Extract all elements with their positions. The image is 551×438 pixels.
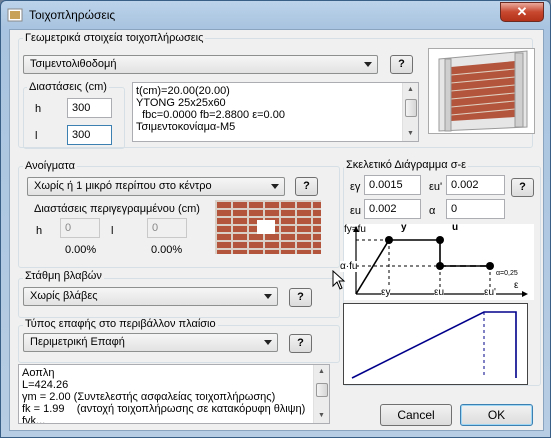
h-label: h: [35, 103, 42, 115]
opening-l-input[interactable]: 0: [147, 218, 187, 238]
material-select[interactable]: Τσιμεντολιθοδομή: [23, 55, 378, 74]
title-bar[interactable]: Τοιχοπληρώσεις ✕: [1, 1, 550, 29]
alpha-label: α: [429, 205, 436, 217]
alpha-input[interactable]: 0: [446, 199, 505, 219]
opening-hole: [257, 220, 275, 234]
material-info-box: t(cm)=20.00(20.00) YTONG 25x25x60 fbc=0.…: [132, 82, 419, 142]
opening-h-input[interactable]: 0: [60, 218, 100, 238]
scroll-down-icon[interactable]: ▼: [314, 409, 329, 423]
eu-label: εu: [350, 205, 362, 217]
l-input[interactable]: 300: [67, 125, 112, 145]
opening-l-label: l: [111, 225, 114, 237]
material-help-button[interactable]: ?: [390, 55, 413, 74]
capacity-plot: [343, 303, 528, 385]
window-title: Τοιχοπληρώσεις: [29, 8, 116, 22]
infill-wall-preview: [428, 48, 535, 134]
stress-strain-diagram: fy=fu y u α·fu α=0,25 εy εu εu' ε: [340, 222, 534, 300]
cancel-button[interactable]: Cancel: [380, 404, 452, 426]
chevron-down-icon: [271, 184, 279, 189]
u-point-label: u: [452, 222, 459, 233]
eu-axis-label: εu: [434, 287, 445, 298]
report-scrollbar[interactable]: ▲ ▼: [313, 365, 329, 423]
fy-fu-label: fy=fu: [344, 224, 366, 235]
info-scrollbar[interactable]: ▲ ▼: [402, 83, 418, 141]
skeleton-help-button[interactable]: ?: [511, 178, 534, 197]
chevron-down-icon: [264, 340, 272, 345]
contact-help-button[interactable]: ?: [289, 334, 312, 353]
report-box: Αοπλη L=424.26 γm = 2.00 (Συντελεστής ασ…: [18, 364, 330, 424]
damage-help-button[interactable]: ?: [289, 288, 312, 307]
mouse-cursor-icon: [332, 270, 346, 290]
contact-select[interactable]: Περιμετρική Επαφή: [23, 333, 278, 352]
close-button[interactable]: ✕: [500, 2, 544, 22]
opening-h-label: h: [36, 225, 43, 237]
opening-preview: [215, 200, 321, 254]
dialog-window: Τοιχοπληρώσεις ✕ Γεωμετρικά στοιχεία τοι…: [0, 0, 551, 438]
alpha-note-label: α=0,25: [496, 270, 518, 277]
openings-select[interactable]: Χωρίς ή 1 μικρό περίπου στο κέντρο: [27, 177, 285, 196]
ok-button[interactable]: OK: [460, 404, 533, 426]
eu-prime-label: εu': [429, 181, 443, 193]
app-icon: [7, 8, 23, 22]
scroll-up-icon[interactable]: ▲: [403, 83, 418, 97]
dimensions-label: Διαστάσεις (cm): [27, 81, 109, 93]
openings-help-button[interactable]: ?: [295, 177, 318, 196]
opening-l-percent: 0.00%: [151, 244, 183, 256]
chevron-down-icon: [364, 62, 372, 67]
close-icon: ✕: [516, 4, 528, 19]
ey-axis-label: εy: [381, 287, 391, 298]
eu-prime-axis-label: εu': [484, 287, 496, 298]
chevron-down-icon: [264, 294, 272, 299]
ey-input[interactable]: 0.0015: [364, 175, 421, 195]
y-point-label: y: [401, 222, 407, 233]
opening-h-percent: 0.00%: [65, 244, 97, 256]
openings-dims-label: Διαστάσεις περιγεγραμμένου (cm): [34, 203, 200, 215]
scroll-up-icon[interactable]: ▲: [314, 365, 329, 379]
h-input[interactable]: 300: [67, 98, 112, 118]
eu-input[interactable]: 0.002: [364, 199, 421, 219]
epsilon-axis-label: ε: [514, 280, 519, 291]
l-label: l: [35, 130, 38, 142]
damage-group-label: Στάθμη βλαβών: [23, 270, 104, 282]
dialog-client: Γεωμετρικά στοιχεία τοιχοπλήρωσεις Τσιμε…: [9, 29, 544, 431]
eu-prime-input[interactable]: 0.002: [446, 175, 505, 195]
scroll-down-icon[interactable]: ▼: [403, 127, 418, 141]
damage-select[interactable]: Χωρίς βλάβες: [23, 287, 278, 306]
contact-group-label: Τύπος επαφής στο περιβάλλον πλαίσιο: [23, 318, 218, 330]
skeleton-group-label: Σκελετικό Διάγραμμα σ-ε: [344, 159, 469, 171]
geometry-group-label: Γεωμετρικά στοιχεία τοιχοπλήρωσεις: [23, 32, 206, 44]
ey-label: εγ: [350, 181, 361, 193]
openings-group-label: Ανοίγματα: [23, 160, 77, 172]
